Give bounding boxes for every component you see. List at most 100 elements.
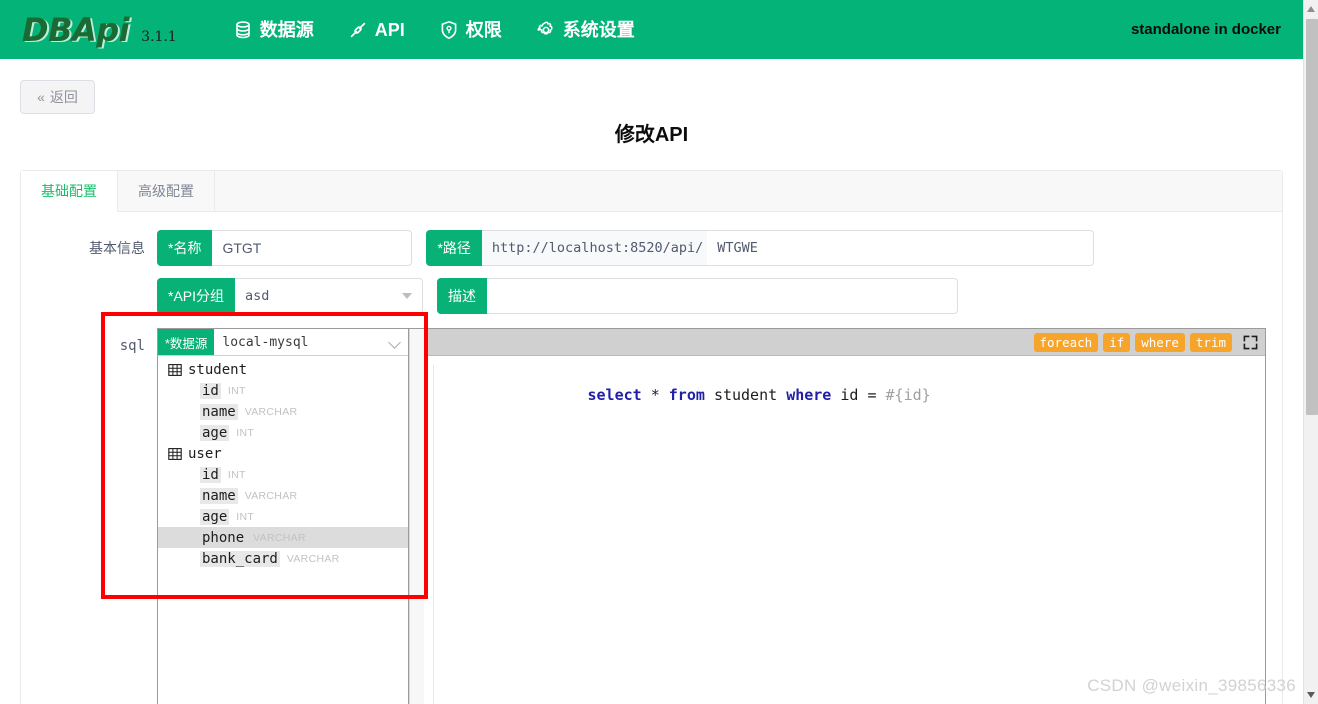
- tree-table-student-label: student: [188, 361, 248, 378]
- schema-tree: student id INT name VARCHAR age INT user…: [158, 356, 408, 704]
- table-icon: [168, 447, 182, 461]
- tree-column-type: VARCHAR: [244, 405, 298, 418]
- tree-table-user-label: user: [188, 445, 222, 462]
- api-group-select[interactable]: asd: [235, 278, 424, 314]
- sql-code-line: select * from student where id = #{id}: [434, 365, 931, 704]
- tree-column-student-name[interactable]: name VARCHAR: [158, 401, 408, 422]
- tree-column-name: age: [200, 424, 230, 441]
- back-button-label: 返回: [49, 89, 78, 105]
- name-input-value: GTGT: [222, 240, 262, 256]
- sql-token-equals: =: [858, 386, 886, 404]
- datasource-select[interactable]: local-mysql: [214, 329, 408, 355]
- description-input[interactable]: [487, 278, 959, 314]
- tree-table-user[interactable]: user: [158, 443, 408, 464]
- tabbar: 基础配置 高级配置: [21, 171, 1282, 212]
- tree-column-user-name[interactable]: name VARCHAR: [158, 485, 408, 506]
- chevron-double-left-icon: «: [37, 89, 45, 105]
- insert-where-button[interactable]: where: [1135, 332, 1185, 352]
- tree-column-name: age: [200, 508, 230, 525]
- insert-trim-button[interactable]: trim: [1189, 332, 1232, 352]
- sql-token-star: *: [650, 386, 660, 404]
- tab-advanced-config-label: 高级配置: [138, 183, 194, 199]
- database-icon: [233, 20, 253, 40]
- api-group-select-group: *API分组 asd: [157, 278, 424, 314]
- shield-icon: [439, 20, 459, 40]
- nav-item-datasource[interactable]: 数据源: [233, 20, 314, 40]
- form-row-group-desc: *API分组 asd 描述: [21, 278, 1282, 314]
- tree-column-student-id[interactable]: id INT: [158, 380, 408, 401]
- tab-basic-config-label: 基础配置: [41, 183, 97, 199]
- nav-item-api[interactable]: API: [348, 20, 405, 40]
- page-scrollbar[interactable]: [1303, 0, 1318, 704]
- datasource-select-group: *数据源 local-mysql: [158, 329, 408, 356]
- form-body: 基本信息 *名称 GTGT *路径 http://localhost:8520/…: [21, 212, 1282, 704]
- scroll-down-arrow-icon[interactable]: [1307, 692, 1315, 698]
- tree-column-user-id[interactable]: id INT: [158, 464, 408, 485]
- path-addon-label: *路径: [426, 230, 482, 266]
- form-section-label: 基本信息: [89, 240, 145, 256]
- insert-foreach-button[interactable]: foreach: [1033, 332, 1099, 352]
- tree-column-type: INT: [236, 510, 255, 523]
- app-root: DBApi 3.1.1 数据源 API 权限 系统设置 standalone i…: [0, 0, 1318, 704]
- nav-item-permission[interactable]: 权限: [439, 20, 502, 40]
- sql-editor-panel: foreach if where trim select * from stud…: [424, 329, 1265, 704]
- sql-token-select: select: [587, 386, 642, 404]
- brand-version: 3.1.1: [141, 28, 177, 45]
- sql-editor-area[interactable]: select * from student where id = #{id}: [424, 356, 1265, 704]
- table-icon: [168, 363, 182, 377]
- tree-column-type: VARCHAR: [286, 552, 340, 565]
- name-input[interactable]: GTGT: [212, 230, 413, 266]
- deployment-mode-badge: standalone in docker: [1130, 21, 1281, 38]
- tab-basic-config[interactable]: 基础配置: [21, 171, 118, 212]
- top-navbar: DBApi 3.1.1 数据源 API 权限 系统设置 standalone i…: [0, 0, 1303, 59]
- path-prefix: http://localhost:8520/api/: [481, 231, 708, 265]
- tree-column-name: bank_card: [200, 550, 280, 567]
- datasource-tree-panel: *数据源 local-mysql student id INT name VAR…: [158, 329, 409, 704]
- path-input[interactable]: http://localhost:8520/api/ WTGWE: [481, 230, 1094, 266]
- tree-table-student[interactable]: student: [158, 359, 408, 380]
- name-addon-label: *名称: [157, 230, 213, 266]
- sql-editor-toolbar: foreach if where trim: [424, 329, 1265, 356]
- sql-token-column: id: [840, 386, 859, 404]
- tree-column-user-age[interactable]: age INT: [158, 506, 408, 527]
- sql-token-from: from: [668, 386, 705, 404]
- editor-gutter: [424, 365, 434, 704]
- datasource-addon-label: *数据源: [158, 329, 215, 355]
- nav-items: 数据源 API 权限 系统设置: [233, 20, 669, 40]
- chevron-down-icon: [402, 293, 413, 299]
- tree-column-type: INT: [236, 426, 255, 439]
- tree-column-user-phone[interactable]: phone VARCHAR: [158, 527, 408, 548]
- plug-icon: [348, 20, 368, 40]
- nav-label-datasource: 数据源: [259, 19, 314, 40]
- sql-token-where: where: [786, 386, 832, 404]
- watermark: CSDN @weixin_39856336: [1087, 676, 1296, 695]
- form-row-sql: sql *数据源 local-mysql student id INT name…: [21, 328, 1282, 704]
- back-button[interactable]: « 返回: [20, 80, 95, 114]
- nav-item-settings[interactable]: 系统设置: [536, 20, 635, 40]
- tree-column-user-bank-card[interactable]: bank_card VARCHAR: [158, 548, 408, 569]
- path-input-value: WTGWE: [717, 240, 758, 256]
- config-card: 基础配置 高级配置 基本信息 *名称 GTGT *路径 http://local…: [20, 170, 1283, 704]
- brand[interactable]: DBApi 3.1.1: [22, 11, 177, 49]
- fullscreen-icon[interactable]: [1243, 335, 1258, 350]
- description-input-group: 描述: [437, 278, 959, 314]
- scroll-up-arrow-icon[interactable]: [1307, 6, 1315, 12]
- page-scrollbar-thumb[interactable]: [1306, 19, 1318, 415]
- tree-column-name: phone: [202, 529, 245, 546]
- tree-column-type: INT: [227, 384, 246, 397]
- form-row-spacer: [87, 278, 157, 314]
- tab-advanced-config[interactable]: 高级配置: [118, 171, 215, 211]
- sql-token-table: student: [713, 386, 778, 404]
- tree-column-name: id: [200, 382, 221, 399]
- tree-scrollbar[interactable]: [409, 329, 424, 704]
- brand-logo: DBApi: [22, 10, 130, 49]
- path-input-group: *路径 http://localhost:8520/api/ WTGWE: [426, 230, 1094, 266]
- tree-column-type: VARCHAR: [253, 531, 306, 544]
- chevron-down-icon: [388, 336, 401, 349]
- tree-column-type: INT: [227, 468, 246, 481]
- insert-if-button[interactable]: if: [1103, 332, 1131, 352]
- api-group-value: asd: [245, 288, 270, 304]
- tree-column-name: name: [200, 487, 238, 504]
- tree-column-student-age[interactable]: age INT: [158, 422, 408, 443]
- tree-column-type: VARCHAR: [244, 489, 298, 502]
